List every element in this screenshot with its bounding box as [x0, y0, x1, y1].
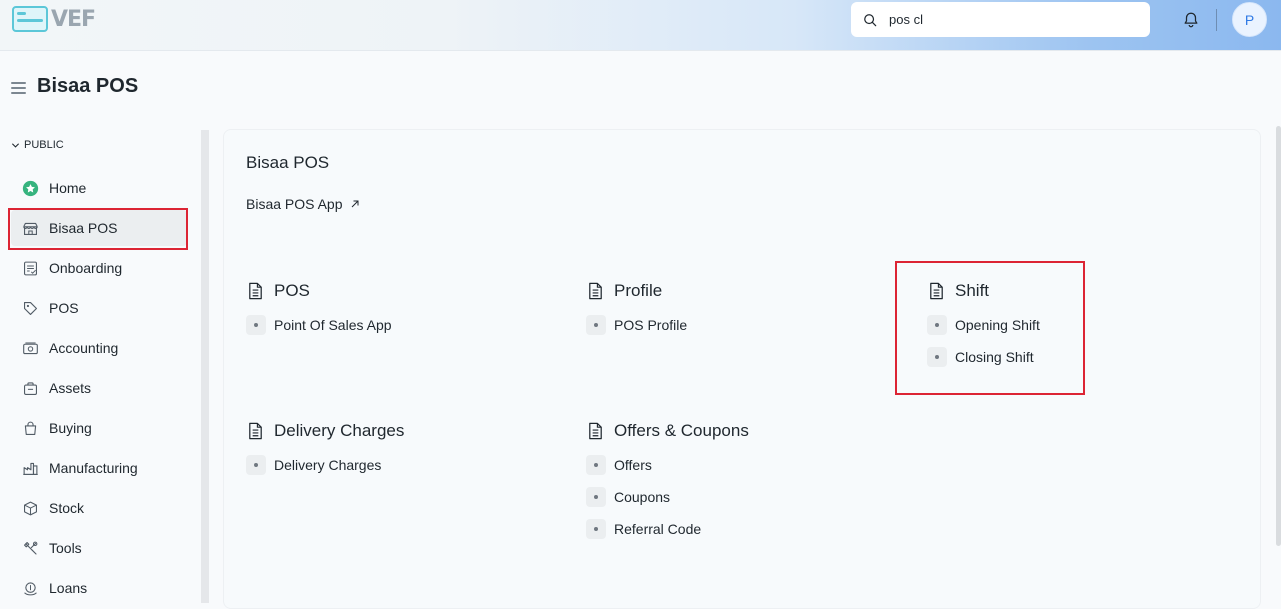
document-icon [589, 422, 602, 440]
sidebar-item-label: Buying [49, 420, 92, 436]
link-offers[interactable]: Offers [586, 455, 749, 475]
sidebar-item-pos[interactable]: POS [11, 290, 187, 326]
sidebar-item-label: Home [49, 180, 87, 196]
document-icon [249, 422, 262, 440]
sidebar-item-onboarding[interactable]: Onboarding [11, 250, 187, 286]
bullet-icon [586, 315, 606, 335]
section-title: Delivery Charges [274, 421, 405, 440]
card-section-pos: POS Point Of Sales App [246, 279, 392, 335]
highlight-box-sidebar [8, 208, 188, 250]
page-title: Bisaa POS [37, 75, 139, 97]
home-star-icon [22, 180, 38, 196]
sidebar-item-manufacturing[interactable]: Manufacturing [11, 450, 187, 486]
link-label: Offers [614, 457, 652, 473]
link-label: Referral Code [614, 521, 702, 537]
logo-icon [12, 6, 48, 32]
highlight-box-shift [895, 261, 1085, 395]
document-icon [589, 282, 602, 300]
search-bar[interactable] [851, 2, 1150, 37]
user-avatar[interactable]: P [1232, 2, 1267, 37]
notification-bell-icon[interactable] [1182, 11, 1200, 29]
bullet-icon [586, 519, 606, 539]
sidebar-item-assets[interactable]: Assets [11, 370, 187, 406]
sidebar-group-label: PUBLIC [24, 139, 64, 151]
bullet-icon [246, 455, 266, 475]
sidebar-item-label: POS [49, 300, 79, 316]
shortcut-label: Bisaa POS App [246, 196, 343, 212]
accounting-icon [22, 341, 38, 354]
sidebar-item-label: Assets [49, 380, 92, 396]
chevron-down-icon [11, 142, 20, 148]
link-label: POS Profile [614, 317, 688, 333]
card-section-profile: Profile POS Profile [586, 279, 687, 335]
card-section-delivery-charges: Delivery Charges Delivery Charges [246, 419, 404, 475]
tag-icon [23, 301, 37, 315]
search-input[interactable] [887, 11, 1131, 28]
sidebar: PUBLIC Home Bisaa POS Onboarding POS Acc… [0, 130, 200, 603]
logo-text: VEF [51, 6, 96, 32]
link-delivery-charges[interactable]: Delivery Charges [246, 455, 404, 475]
bullet-icon [246, 315, 266, 335]
navbar: VEF P [0, 0, 1281, 51]
page-scrollbar[interactable] [1276, 126, 1281, 546]
section-title: Offers & Coupons [614, 421, 749, 440]
external-link-icon [351, 200, 359, 208]
sidebar-item-label: Manufacturing [49, 460, 138, 476]
sidebar-item-accounting[interactable]: Accounting [11, 330, 187, 366]
box-icon [23, 501, 37, 515]
sidebar-item-label: Onboarding [49, 260, 123, 276]
sidebar-item-home[interactable]: Home [11, 170, 187, 206]
checklist-icon [23, 261, 37, 275]
search-icon [864, 13, 877, 26]
sidebar-scrollbar[interactable] [201, 130, 209, 603]
workspace-title: Bisaa POS [246, 153, 330, 172]
section-title: POS [274, 281, 310, 300]
sidebar-toggle-icon[interactable] [11, 82, 26, 94]
shortcut-link[interactable]: Bisaa POS App [246, 196, 360, 212]
bullet-icon [586, 455, 606, 475]
assets-icon [23, 381, 37, 395]
link-pos-profile[interactable]: POS Profile [586, 315, 687, 335]
link-label: Coupons [614, 489, 671, 505]
sidebar-item-tools[interactable]: Tools [11, 530, 187, 566]
sidebar-item-label: Accounting [49, 340, 119, 356]
navbar-divider [1216, 9, 1217, 31]
link-point-of-sales-app[interactable]: Point Of Sales App [246, 315, 392, 335]
link-coupons[interactable]: Coupons [586, 487, 749, 507]
shopping-bag-icon [24, 421, 36, 435]
sidebar-item-label: Loans [49, 580, 88, 596]
section-title: Profile [614, 281, 663, 300]
document-icon [249, 282, 262, 300]
sidebar-item-buying[interactable]: Buying [11, 410, 187, 446]
loans-icon [23, 581, 37, 595]
card-section-offers-coupons: Offers & Coupons Offers Coupons Referral… [586, 419, 749, 539]
bullet-icon [586, 487, 606, 507]
sidebar-item-label: Tools [49, 540, 82, 556]
link-label: Point Of Sales App [274, 317, 392, 333]
sidebar-group-public[interactable]: PUBLIC [11, 139, 64, 151]
tools-icon [23, 541, 37, 555]
sidebar-item-label: Stock [49, 500, 85, 516]
factory-icon [22, 462, 38, 475]
link-referral-code[interactable]: Referral Code [586, 519, 749, 539]
sidebar-item-loans[interactable]: Loans [11, 570, 187, 606]
link-label: Delivery Charges [274, 457, 382, 473]
sidebar-item-stock[interactable]: Stock [11, 490, 187, 526]
app-logo[interactable]: VEF [12, 6, 96, 32]
